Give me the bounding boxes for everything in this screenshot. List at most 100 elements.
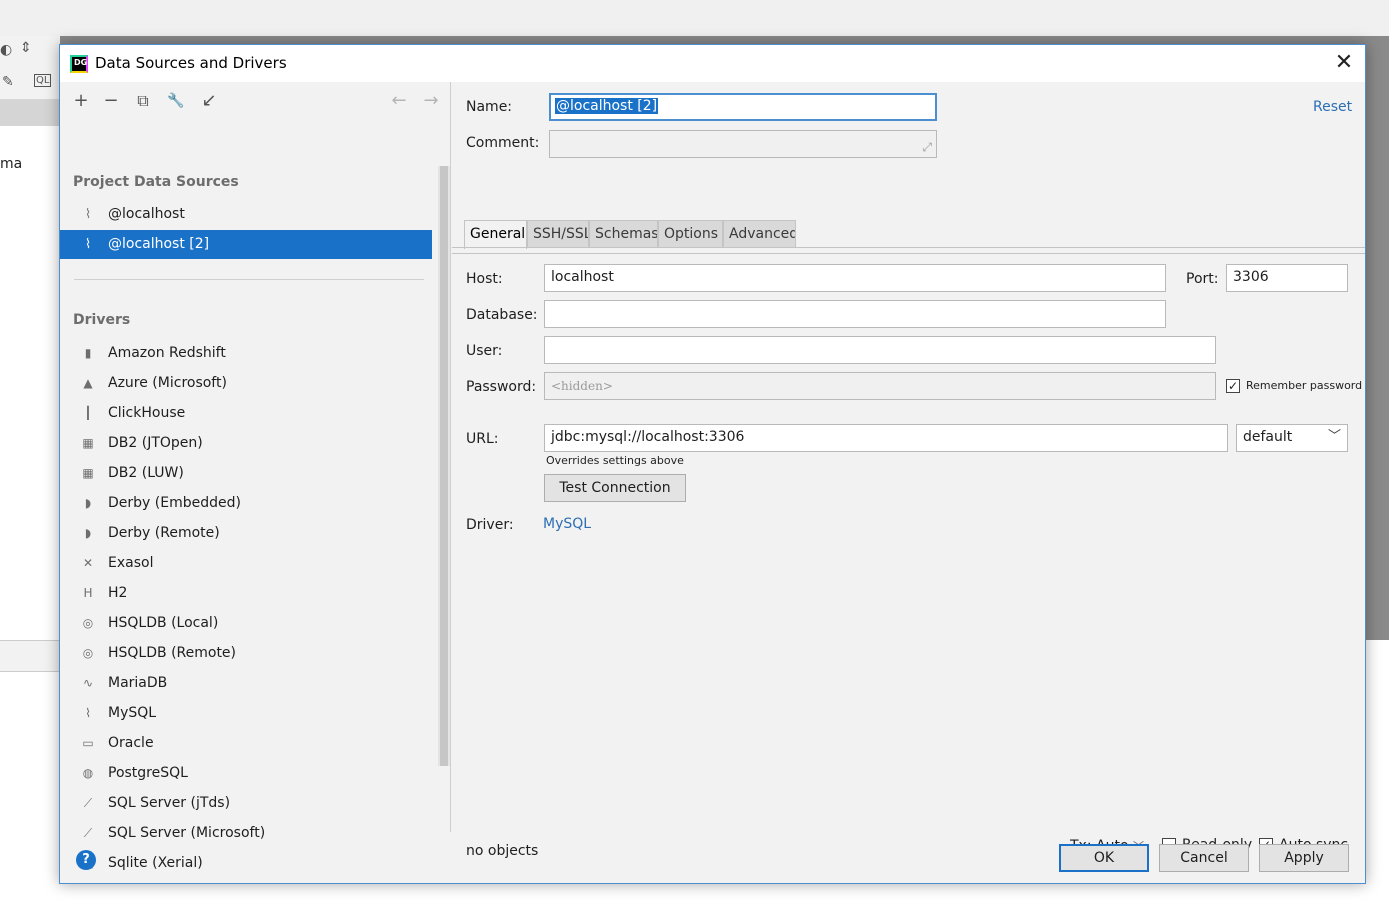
- driver-item-derby-embedded[interactable]: ◗ Derby (Embedded): [60, 488, 432, 518]
- datagrip-app-icon: DG: [70, 55, 88, 73]
- name-field[interactable]: @localhost [2]: [549, 93, 937, 121]
- password-field[interactable]: <hidden>: [544, 372, 1216, 400]
- driver-item-derby-remote[interactable]: ◗ Derby (Remote): [60, 518, 432, 548]
- driver-item-db2-luw[interactable]: ▦ DB2 (LUW): [60, 458, 432, 488]
- console-icon[interactable]: QL: [34, 74, 52, 87]
- edit-icon[interactable]: ✎: [2, 74, 14, 90]
- apply-button[interactable]: Apply: [1259, 844, 1349, 872]
- url-label: URL:: [466, 431, 499, 447]
- driver-item-hsqldb-local[interactable]: ◎ HSQLDB (Local): [60, 608, 432, 638]
- data-source-item[interactable]: ⌇ @localhost: [60, 200, 432, 229]
- forward-arrow-icon[interactable]: →: [418, 88, 444, 114]
- wrench-icon[interactable]: 🔧: [163, 88, 189, 114]
- driver-item-sql-server-microsoft[interactable]: ⟋ SQL Server (Microsoft): [60, 818, 432, 848]
- database-label: Database:: [466, 307, 538, 323]
- ide-partial-text: ma: [0, 156, 23, 172]
- driver-item-mariadb[interactable]: ∿ MariaDB: [60, 668, 432, 698]
- tab-advanced[interactable]: Advanced: [723, 220, 796, 248]
- driver-item-clickhouse[interactable]: ┃ ClickHouse: [60, 398, 432, 428]
- ok-button[interactable]: OK: [1059, 844, 1149, 872]
- data-source-label: @localhost [2]: [108, 236, 210, 252]
- user-label: User:: [466, 343, 503, 359]
- dialog-title: Data Sources and Drivers: [95, 54, 287, 72]
- user-field[interactable]: [544, 336, 1216, 364]
- driver-label: HSQLDB (Remote): [108, 645, 237, 661]
- driver-item-mysql[interactable]: ⌇ MySQL: [60, 698, 432, 728]
- driver-item-db2-jtopen[interactable]: ▦ DB2 (JTOpen): [60, 428, 432, 458]
- driver-label: Derby (Remote): [108, 525, 220, 541]
- driver-item-oracle[interactable]: ▭ Oracle: [60, 728, 432, 758]
- port-field[interactable]: 3306: [1226, 264, 1348, 292]
- driver-label: ClickHouse: [108, 405, 186, 421]
- driver-label: MySQL: [108, 705, 157, 721]
- driver-item-amazon-redshift[interactable]: ▮ Amazon Redshift: [60, 338, 432, 368]
- ide-partial-icon[interactable]: ◐: [0, 42, 12, 58]
- driver-item-sqlite-xerial[interactable]: ◩Sqlite (Xerial): [60, 848, 432, 878]
- driver-label: Sqlite (Xerial): [108, 855, 203, 871]
- url-mode-select[interactable]: default ﹀: [1236, 424, 1348, 452]
- tab-ssh-ssl[interactable]: SSH/SSL: [527, 220, 589, 248]
- hsqldb-icon: ◎: [82, 616, 94, 630]
- h2-icon: H: [83, 586, 93, 600]
- driver-item-hsqldb-remote[interactable]: ◎ HSQLDB (Remote): [60, 638, 432, 668]
- scrollbar-thumb[interactable]: [440, 166, 448, 766]
- driver-label: DB2 (LUW): [108, 465, 184, 481]
- driver-item-azure-microsoft[interactable]: ▲ Azure (Microsoft): [60, 368, 432, 398]
- close-icon[interactable]: ✕: [1330, 51, 1358, 77]
- db2-icon: ▦: [82, 436, 94, 450]
- test-connection-button[interactable]: Test Connection: [544, 474, 686, 502]
- reset-link[interactable]: Reset: [1313, 99, 1352, 115]
- tab-underline: [452, 247, 1365, 248]
- database-field[interactable]: [544, 300, 1166, 328]
- driver-item-sql-server-jtds[interactable]: ⟋ SQL Server (jTds): [60, 788, 432, 818]
- driver-label: Oracle: [108, 735, 154, 751]
- redshift-icon: ▮: [84, 346, 92, 360]
- port-label: Port:: [1186, 271, 1219, 287]
- driver-item-postgresql[interactable]: ◍ PostgreSQL: [60, 758, 432, 788]
- db2-icon: ▦: [82, 466, 94, 480]
- url-field[interactable]: jdbc:mysql://localhost:3306: [544, 424, 1228, 452]
- back-arrow-icon[interactable]: ←: [386, 88, 412, 114]
- expand-icon[interactable]: ⤢: [922, 135, 932, 159]
- mysql-dolphin-icon: ⌇: [84, 207, 92, 222]
- project-data-sources-header: Project Data Sources: [73, 174, 239, 190]
- driver-item-h2[interactable]: H H2: [60, 578, 432, 608]
- tab-schemas[interactable]: Schemas: [589, 220, 658, 248]
- mysql-dolphin-icon: ⌇: [84, 237, 92, 252]
- driver-item-exasol[interactable]: ✕ Exasol: [60, 548, 432, 578]
- data-source-label: @localhost: [108, 206, 185, 222]
- objects-status: no objects: [466, 843, 539, 859]
- list-scrollbar[interactable]: [438, 166, 450, 766]
- duplicate-icon[interactable]: ⧉: [130, 88, 156, 114]
- data-source-item[interactable]: ⌇ @localhost [2]: [60, 230, 432, 259]
- password-label: Password:: [466, 379, 537, 395]
- remember-password-checkbox[interactable]: ✓: [1226, 379, 1240, 393]
- comment-field[interactable]: ⤢: [549, 130, 937, 158]
- ide-left-toolbar: ◐ ⇕ ✎ QL: [0, 36, 60, 100]
- driver-label: Amazon Redshift: [108, 345, 226, 361]
- drivers-header: Drivers: [73, 312, 131, 328]
- ide-left-panel: [0, 36, 60, 640]
- cancel-button[interactable]: Cancel: [1159, 844, 1249, 872]
- data-source-settings: Name: @localhost [2] Reset Comment: ⤢ Ge…: [452, 82, 1365, 859]
- host-field[interactable]: localhost: [544, 264, 1166, 292]
- help-icon[interactable]: ?: [76, 850, 96, 870]
- ide-tree-selection: [0, 100, 60, 126]
- driver-label: Azure (Microsoft): [108, 375, 227, 391]
- oracle-icon: ▭: [82, 736, 94, 750]
- name-selected-text: @localhost [2]: [555, 98, 659, 114]
- collapse-icon[interactable]: ⇕: [20, 40, 32, 56]
- driver-label: Derby (Embedded): [108, 495, 241, 511]
- add-icon[interactable]: +: [68, 88, 94, 114]
- tab-general[interactable]: General: [464, 220, 527, 249]
- tab-options[interactable]: Options: [658, 220, 723, 248]
- derby-icon: ◗: [84, 526, 92, 540]
- data-sources-dialog: DG Data Sources and Drivers ✕ + − ⧉ 🔧 ↙ …: [59, 44, 1366, 884]
- import-icon[interactable]: ↙: [196, 88, 222, 114]
- driver-link[interactable]: MySQL: [543, 516, 591, 532]
- data-sources-panel: + − ⧉ 🔧 ↙ ← → Project Data Sources ⌇ @loc…: [60, 82, 451, 871]
- clickhouse-icon: ┃: [84, 406, 92, 420]
- remove-icon[interactable]: −: [98, 88, 124, 114]
- overrides-note: Overrides settings above: [546, 454, 684, 467]
- chevron-down-icon: ﹀: [1327, 429, 1341, 444]
